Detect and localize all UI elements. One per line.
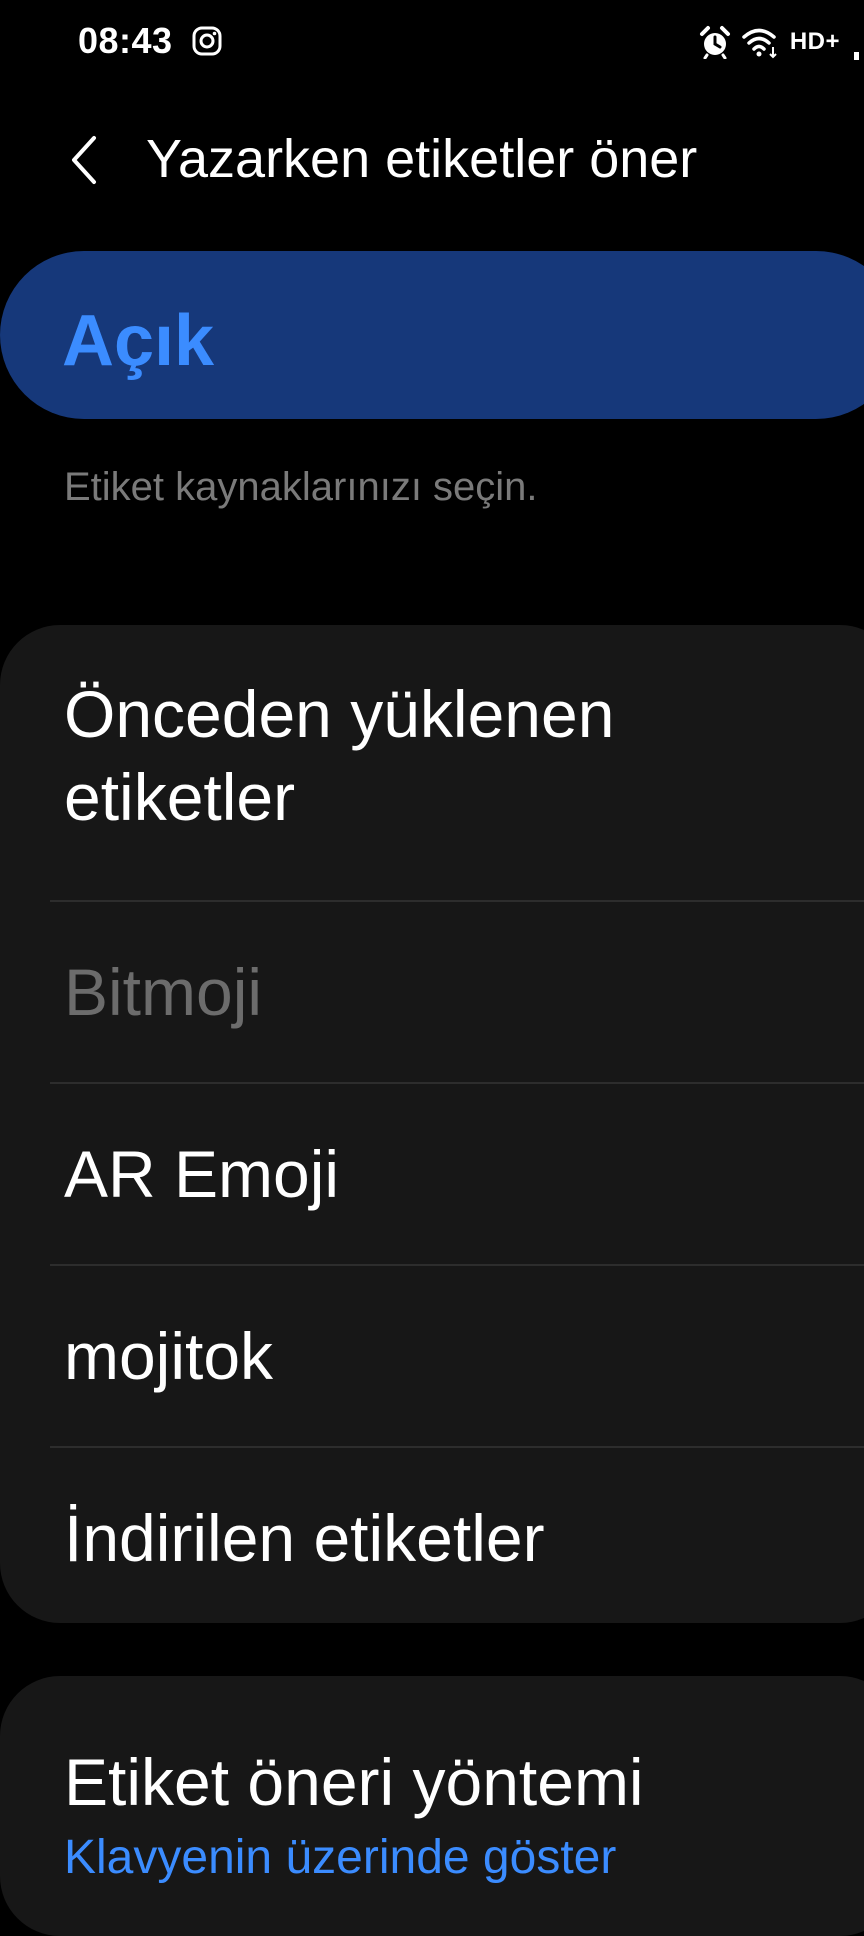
master-toggle[interactable]: Açık — [0, 251, 864, 419]
source-item-label: Bitmoji — [64, 955, 263, 1029]
instagram-icon — [192, 26, 222, 56]
suggestion-method-value: Klavyenin üzerinde göster — [64, 1831, 617, 1884]
master-toggle-label: Açık — [62, 301, 215, 381]
sources-description: Etiket kaynaklarınızı seçin. — [64, 465, 538, 509]
source-item-downloaded[interactable]: İndirilen etiketler — [0, 1448, 864, 1623]
status-bar: 08:43 HD+ — [0, 0, 864, 90]
source-item-label: İndirilen etiketler — [64, 1501, 545, 1575]
wifi-icon — [742, 25, 780, 59]
source-item-ar-emoji[interactable]: AR Emoji — [0, 1084, 864, 1264]
source-item-label: Önceden yüklenen — [64, 677, 615, 751]
source-item-preloaded[interactable]: Önceden yüklenen etiketler — [0, 625, 864, 900]
signal-icon — [850, 22, 864, 62]
suggestion-method-title: Etiket öneri yöntemi — [64, 1745, 644, 1819]
source-item-label: AR Emoji — [64, 1137, 340, 1211]
source-item-label: etiketler — [64, 760, 296, 834]
source-item-bitmoji[interactable]: Bitmoji — [0, 902, 864, 1082]
network-type-label: HD+ — [789, 28, 840, 55]
source-item-mojitok[interactable]: mojitok — [0, 1266, 864, 1446]
app-header: Yazarken etiketler öner — [0, 110, 864, 210]
back-button[interactable] — [58, 132, 110, 192]
page-title: Yazarken etiketler öner — [146, 129, 698, 189]
status-icons: HD+ — [698, 20, 864, 64]
status-time: 08:43 — [78, 20, 173, 61]
suggestion-method-card[interactable]: Etiket öneri yöntemi Klavyenin üzerinde … — [0, 1676, 864, 1936]
back-arrow-icon — [69, 135, 99, 190]
source-item-label: mojitok — [64, 1319, 274, 1393]
alarm-icon — [698, 25, 732, 59]
sources-card: Önceden yüklenen etiketler Bitmoji AR Em… — [0, 625, 864, 1623]
